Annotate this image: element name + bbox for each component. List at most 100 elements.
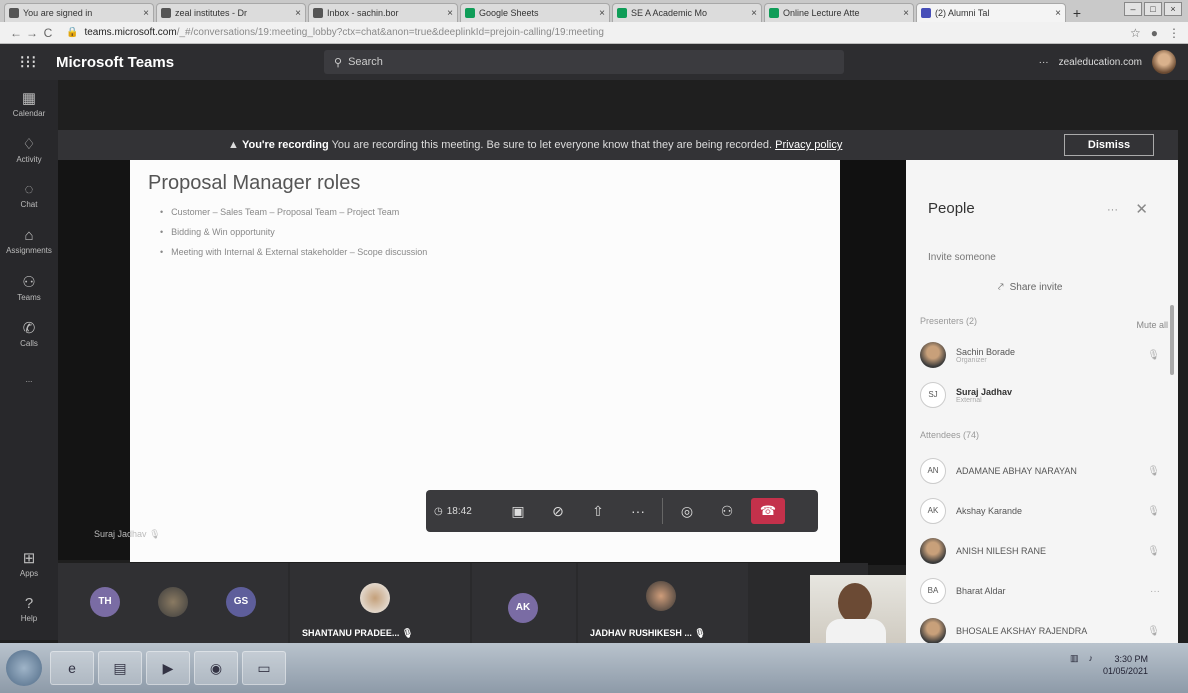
list-item[interactable]: Sachin Borade Organizer 🎙 xyxy=(920,338,1160,372)
participant-name: Suraj Jadhav xyxy=(956,386,1013,397)
list-item[interactable]: AK Akshay Karande 🎙 xyxy=(920,494,1160,528)
presenter-label: Suraj Jadhav 🎙 xyxy=(94,529,161,540)
rail-label: Assignments xyxy=(6,246,52,255)
tab-label: Inbox - sachin.bor xyxy=(327,8,399,18)
close-icon[interactable]: ✕ xyxy=(1135,200,1148,218)
list-item[interactable]: ANISH NILESH RANE 🎙 xyxy=(920,534,1160,568)
maximize-icon[interactable]: □ xyxy=(1144,2,1162,16)
close-icon[interactable]: × xyxy=(447,8,453,19)
rail-item-teams[interactable]: ⚇ Teams xyxy=(0,264,58,310)
forward-icon[interactable]: → xyxy=(24,26,40,40)
back-icon[interactable]: ← xyxy=(8,26,24,40)
participant-tile[interactable]: AK xyxy=(472,563,576,643)
close-icon[interactable]: × xyxy=(599,8,605,19)
profile-icon[interactable]: ● xyxy=(1151,26,1158,40)
close-icon[interactable]: × xyxy=(903,8,909,19)
self-video-thumbnail[interactable] xyxy=(810,575,906,645)
people-icon: ⚇ xyxy=(720,502,734,519)
avatar xyxy=(646,581,676,611)
more-icon[interactable]: ··· xyxy=(1140,586,1160,597)
avatar[interactable] xyxy=(1152,50,1176,74)
clock[interactable]: 3:30 PM 01/05/2021 xyxy=(1103,653,1148,677)
browser-tab[interactable]: Online Lecture Atte × xyxy=(764,3,914,22)
share-invite-button[interactable]: ⤤ Share invite xyxy=(998,282,1062,293)
browser-tab-active[interactable]: (2) Alumni Tal × xyxy=(916,3,1066,22)
taskbar-app[interactable]: e xyxy=(50,651,94,685)
people-panel: People ··· ✕ Invite someone ⤤ Share invit… xyxy=(906,160,1178,650)
privacy-policy-link[interactable]: Privacy policy xyxy=(775,139,842,151)
mic-icon: 🎙 xyxy=(1147,505,1160,517)
avatar xyxy=(920,342,946,368)
rail-item-calls[interactable]: ✆ Calls xyxy=(0,310,58,356)
taskbar-app[interactable]: ▤ xyxy=(98,651,142,685)
rail-label: Teams xyxy=(17,292,41,302)
clock-icon: ◷ xyxy=(434,505,443,517)
avatar xyxy=(920,538,946,564)
dismiss-button[interactable]: Dismiss xyxy=(1064,134,1154,156)
hang-up-button[interactable]: ☎ xyxy=(751,498,785,524)
taskbar-app[interactable]: ▭ xyxy=(242,651,286,685)
app-launcher-icon[interactable]: ⁝⁝⁝ xyxy=(0,52,56,73)
browser-tab[interactable]: Inbox - sachin.bor × xyxy=(308,3,458,22)
rail-item-apps[interactable]: ⊞ Apps xyxy=(0,540,58,586)
search-input[interactable]: ⚲ Search xyxy=(324,50,844,74)
rail-item-assignments[interactable]: ⌂ Assignments xyxy=(0,218,58,264)
close-window-icon[interactable]: × xyxy=(1164,2,1182,16)
browser-tab[interactable]: zeal institutes - Dr × xyxy=(156,3,306,22)
phone-icon: ✆ xyxy=(22,319,36,337)
close-icon[interactable]: × xyxy=(1055,8,1061,19)
tab-label: You are signed in xyxy=(23,8,93,18)
star-icon[interactable]: ☆ xyxy=(1130,26,1141,40)
taskbar-app[interactable]: ▶ xyxy=(146,651,190,685)
taskbar-app[interactable]: ◉ xyxy=(194,651,238,685)
more-icon[interactable]: ··· xyxy=(1039,57,1049,68)
tab-label: (2) Alumni Tal xyxy=(935,8,990,18)
stage-edge xyxy=(840,160,906,565)
participant-tile[interactable]: TH GS xyxy=(58,563,288,643)
more-icon[interactable]: ··· xyxy=(1107,204,1118,216)
browser-tab[interactable]: SE A Academic Mo × xyxy=(612,3,762,22)
rail-item-calendar[interactable]: ▦ Calendar xyxy=(0,80,58,126)
more-actions-button[interactable]: ··· xyxy=(622,496,654,526)
participant-name: ADAMANE ABHAY NARAYAN xyxy=(956,466,1077,476)
list-item[interactable]: SJ Suraj Jadhav External xyxy=(920,378,1160,412)
network-icon[interactable]: ▥ xyxy=(1070,653,1079,677)
chat-button[interactable]: ◎ xyxy=(671,496,703,526)
rail-item-help[interactable]: ? Help xyxy=(0,586,58,632)
close-icon[interactable]: × xyxy=(143,8,149,19)
new-tab-button[interactable]: + xyxy=(1068,4,1086,22)
clock-time: 3:30 PM xyxy=(1114,654,1148,664)
attendees-section-label[interactable]: Attendees (74) xyxy=(920,430,979,440)
scrollbar[interactable] xyxy=(1170,305,1174,375)
start-button[interactable] xyxy=(6,650,42,686)
list-item[interactable]: AN ADAMANE ABHAY NARAYAN 🎙 xyxy=(920,454,1160,488)
rail-label: Calls xyxy=(20,338,38,348)
mute-all-button[interactable]: Mute all xyxy=(1136,320,1168,330)
share-screen-icon: ⇧ xyxy=(592,502,604,519)
close-icon[interactable]: × xyxy=(295,8,301,19)
participants-button[interactable]: ⚇ xyxy=(711,496,743,526)
rail-item-chat[interactable]: ◌ Chat xyxy=(0,172,58,218)
invite-input[interactable]: Invite someone xyxy=(928,252,996,263)
participant-tile[interactable]: JADHAV RUSHIKESH ... 🎙 xyxy=(578,563,748,643)
reload-icon[interactable]: C xyxy=(40,26,56,40)
url-field[interactable]: 🔒 teams.microsoft.com /_#/conversations/… xyxy=(66,27,1120,38)
menu-icon[interactable]: ⋮ xyxy=(1168,26,1180,40)
rail-item-activity[interactable]: ♢ Activity xyxy=(0,126,58,172)
avatar xyxy=(158,587,188,617)
volume-icon[interactable]: ♪ xyxy=(1088,653,1093,677)
hang-up-icon: ☎ xyxy=(759,503,777,518)
close-icon[interactable]: × xyxy=(751,8,757,19)
browser-tab[interactable]: You are signed in × xyxy=(4,3,154,22)
list-item[interactable]: BA Bharat Aldar ··· xyxy=(920,574,1160,608)
rail-item-more[interactable]: ... xyxy=(0,356,58,402)
camera-button[interactable]: ▣ xyxy=(502,496,534,526)
share-icon: ⤤ xyxy=(998,282,1004,293)
share-button[interactable]: ⇧ xyxy=(582,496,614,526)
address-bar: ← → C 🔒 teams.microsoft.com /_#/conversa… xyxy=(0,22,1188,44)
mic-button[interactable]: ⊘ xyxy=(542,496,574,526)
presenters-section-label[interactable]: Presenters (2) xyxy=(920,316,977,326)
minimize-icon[interactable]: – xyxy=(1124,2,1142,16)
browser-tab[interactable]: Google Sheets × xyxy=(460,3,610,22)
participant-tile[interactable]: SHANTANU PRADEE... 🎙 xyxy=(290,563,470,643)
